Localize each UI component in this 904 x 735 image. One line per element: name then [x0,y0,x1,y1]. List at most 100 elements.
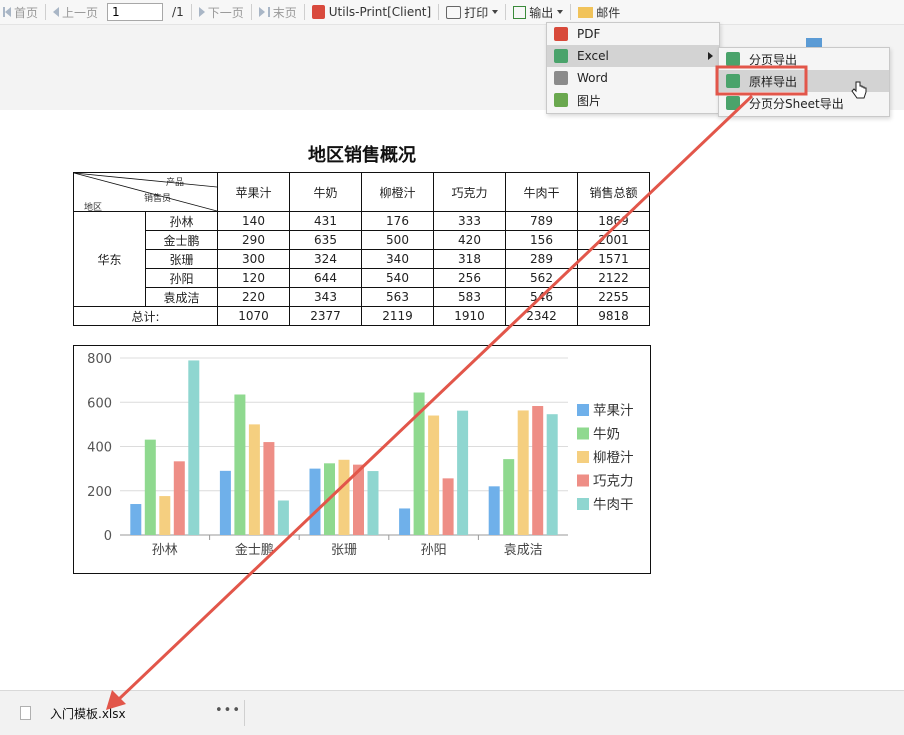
bar-牛奶 [413,392,425,535]
utils-print-icon [311,5,325,19]
diag-salesperson-label: 销售员 [144,194,172,204]
utils-print-button[interactable]: Utils-Print[Client] [309,1,434,23]
value-cell: 290 [217,230,290,250]
export-menu-excel[interactable]: Excel [547,45,719,67]
total-cell: 1070 [217,306,290,326]
export-menu-word-label: Word [577,71,608,85]
table-row: 金士鹏 290 635 500 420 156 2001 [74,230,650,250]
last-page-icon [258,7,265,17]
excel-paged-sheet-export[interactable]: 分页分Sheet导出 [719,92,889,114]
col-header: 牛奶 [289,172,362,212]
value-cell: 220 [217,287,290,307]
toolbar-divider [303,4,305,20]
more-options-button[interactable]: ••• [215,703,241,718]
value-cell: 546 [505,287,578,307]
value-cell: 333 [433,211,506,231]
export-menu-pdf-label: PDF [577,27,601,41]
bar-苹果汁 [488,486,500,535]
export-menu-image[interactable]: 图片 [547,89,719,111]
bar-柳橙汁 [517,410,529,535]
bar-巧克力 [173,461,185,535]
value-cell: 2001 [577,230,650,250]
bar-牛奶 [324,463,335,535]
excel-paged-sheet-export-label: 分页分Sheet导出 [749,96,844,111]
export-menu: PDF Excel Word 图片 [546,22,720,114]
export-menu-image-label: 图片 [577,93,602,108]
export-icon [513,5,527,19]
table-row: 袁成洁 220 343 563 583 546 2255 [74,287,650,307]
value-cell: 1869 [577,211,650,231]
excel-icon [726,96,740,110]
salesperson-cell: 金士鹏 [145,230,218,250]
excel-paged-export[interactable]: 分页导出 [719,48,889,70]
salesperson-cell: 袁成洁 [145,287,218,307]
toolbar-divider [438,4,440,20]
value-cell: 540 [361,268,434,288]
col-header: 牛肉干 [505,172,578,212]
mail-button[interactable]: 邮件 [575,1,623,23]
last-page-button[interactable]: 末页 [256,1,300,23]
first-page-arrow-icon [5,7,11,17]
chevron-right-icon [708,52,713,60]
col-header: 苹果汁 [217,172,290,212]
bar-柳橙汁 [248,424,260,535]
total-cell: 9818 [577,306,650,326]
legend-swatch [577,451,589,463]
toolbar-divider [250,4,252,20]
value-cell: 635 [289,230,362,250]
download-bar-divider [244,700,245,726]
y-tick-label: 0 [104,529,112,544]
value-cell: 324 [289,249,362,269]
diagonal-header: 产品 销售员 地区 [74,173,217,213]
legend-label: 苹果汁 [593,403,634,419]
bar-牛奶 [503,459,515,535]
excel-original-export[interactable]: 原样导出 [719,70,889,92]
value-cell: 256 [433,268,506,288]
sales-table: 产品 销售员 地区 苹果汁 牛奶 柳橙汁 巧克力 牛肉干 销售总额 华东 孙林 … [73,172,650,326]
value-cell: 1571 [577,249,650,269]
y-tick-label: 200 [87,485,112,500]
pdf-icon [554,27,568,41]
excel-paged-export-label: 分页导出 [749,52,798,67]
print-button[interactable]: 打印 [443,1,501,23]
value-cell: 140 [217,211,290,231]
x-tick-label: 孙林 [152,543,178,558]
first-page-button[interactable]: 首页 [0,1,41,23]
value-cell: 300 [217,249,290,269]
export-menu-excel-label: Excel [577,49,609,63]
prev-page-button[interactable]: 上一页 [50,1,101,23]
y-tick-label: 400 [87,441,112,456]
legend-label: 牛肉干 [593,497,634,513]
total-row: 总计: 1070 2377 2119 1910 2342 9818 [73,306,650,326]
export-menu-word[interactable]: Word [547,67,719,89]
legend-label: 柳橙汁 [593,450,634,466]
value-cell: 2255 [577,287,650,307]
chevron-down-icon [557,10,564,14]
value-cell: 318 [433,249,506,269]
prev-page-icon [53,7,60,17]
toolbar-divider [505,4,507,20]
downloaded-file-name[interactable]: 入门模板.xlsx [50,705,126,722]
x-tick-label: 袁成洁 [504,543,543,558]
bar-牛肉干 [277,500,289,535]
excel-icon [554,49,568,63]
printer-icon [446,5,462,19]
legend-swatch [577,404,589,416]
toolbar-divider [190,4,192,20]
next-page-icon [198,7,205,17]
report-toolbar: 首页 上一页 /1 下一页 末页 Utils-Print[Client] 打印 … [0,0,904,25]
table-row: 孙阳 120 644 540 256 562 2122 [74,268,650,288]
next-page-button[interactable]: 下一页 [196,1,247,23]
total-cell: 2377 [289,306,362,326]
bar-苹果汁 [219,470,231,535]
page-number-input[interactable] [107,3,164,21]
x-tick-label: 孙阳 [421,543,447,558]
value-cell: 644 [289,268,362,288]
export-button[interactable]: 输出 [510,1,566,23]
legend-swatch [577,498,589,510]
export-menu-pdf[interactable]: PDF [547,23,719,45]
region-cell: 华东 [73,211,146,307]
value-cell: 789 [505,211,578,231]
bar-巧克力 [532,406,544,535]
value-cell: 431 [289,211,362,231]
